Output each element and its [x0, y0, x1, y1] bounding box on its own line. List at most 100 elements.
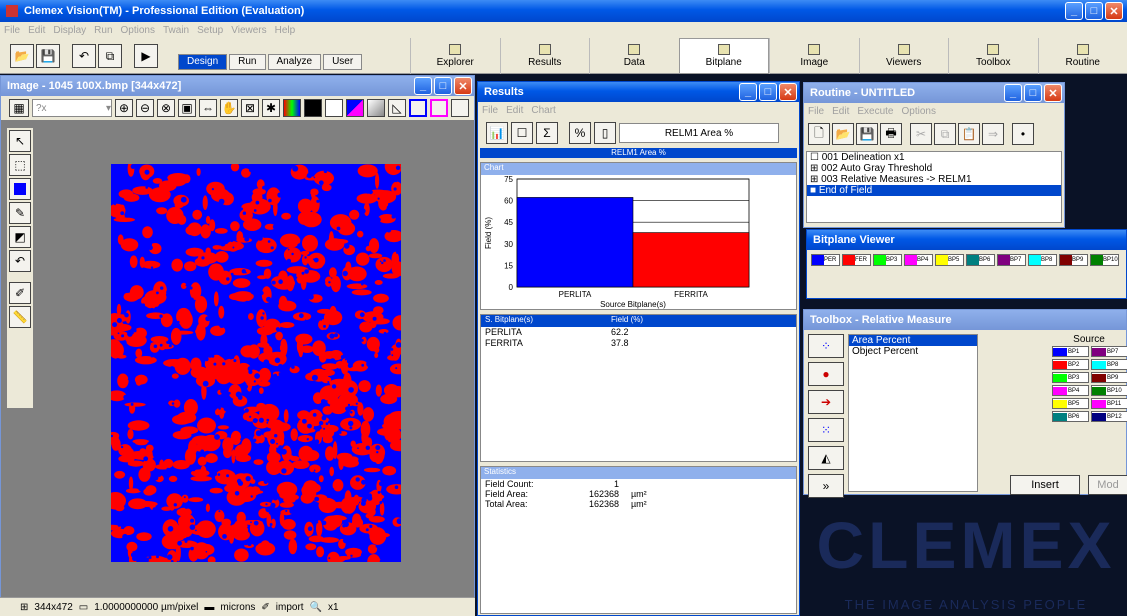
measure-pen-tool[interactable]: ✐	[9, 282, 31, 304]
ruler-tool[interactable]: 📏	[9, 306, 31, 328]
frame-button[interactable]	[451, 99, 469, 117]
copy-step-button[interactable]: ⧉	[934, 123, 956, 145]
field-tool[interactable]: ⁙	[808, 418, 844, 442]
percent-button[interactable]: %	[569, 122, 591, 144]
save-routine-button[interactable]: 💾	[856, 123, 878, 145]
image-minimize-button[interactable]: _	[414, 77, 432, 95]
magenta-outline-button[interactable]	[430, 99, 448, 117]
bitplane-chip[interactable]: BP8	[1028, 254, 1057, 266]
results-close-button[interactable]: ✕	[779, 83, 797, 101]
black-overlay-button[interactable]	[304, 99, 322, 117]
routine-menu-file[interactable]: File	[808, 106, 824, 117]
fill-tool[interactable]	[9, 178, 31, 200]
routine-step[interactable]: ☐ 001 Delineation x1	[807, 152, 1061, 163]
eraser-tool[interactable]: ◩	[9, 226, 31, 248]
copy-button[interactable]: ⧉	[98, 44, 122, 68]
source-chip[interactable]: BP2	[1052, 359, 1089, 370]
source-chip[interactable]: BP5	[1052, 398, 1089, 409]
bitplane-chip[interactable]: BP5	[935, 254, 964, 266]
bitplane-chip[interactable]: BP6	[966, 254, 995, 266]
routine-close-button[interactable]: ✕	[1044, 84, 1062, 102]
routine-step[interactable]: ⊞ 002 Auto Gray Threshold	[807, 163, 1061, 174]
pencil-tool[interactable]: ✎	[9, 202, 31, 224]
insert-button[interactable]: Insert	[1010, 475, 1080, 495]
modify-button[interactable]: Mod	[1088, 475, 1127, 495]
rect-select-tool[interactable]: ⬚	[9, 154, 31, 176]
undo-tool[interactable]: ↶	[9, 250, 31, 272]
zoom-out-button[interactable]: ⊖	[136, 99, 154, 117]
toolbar-image-button[interactable]: Image	[769, 38, 859, 74]
results-menu-file[interactable]: File	[482, 105, 498, 116]
open-routine-button[interactable]: 📂	[832, 123, 854, 145]
blue-outline-button[interactable]	[409, 99, 427, 117]
routine-minimize-button[interactable]: _	[1004, 84, 1022, 102]
source-chip[interactable]: BP7	[1091, 346, 1127, 357]
insert-step-button[interactable]: ⇒	[982, 123, 1004, 145]
tab-analyze[interactable]: Analyze	[267, 54, 322, 70]
object-tool[interactable]: ●	[808, 362, 844, 386]
overlay-mix-button[interactable]	[346, 99, 364, 117]
fit-width-button[interactable]: ⇔	[199, 99, 217, 117]
image-grid-button[interactable]: ▦	[9, 99, 29, 117]
cut-button[interactable]: ✂	[910, 123, 932, 145]
menu-help[interactable]: Help	[275, 25, 296, 36]
source-chip[interactable]: BP12	[1091, 411, 1127, 422]
menu-run[interactable]: Run	[94, 25, 112, 36]
reset-button[interactable]: ✱	[262, 99, 280, 117]
tab-run[interactable]: Run	[229, 54, 266, 70]
graph-button[interactable]: ◺	[388, 99, 406, 117]
toolbar-routine-button[interactable]: Routine	[1037, 38, 1127, 74]
select-tool[interactable]: ↖	[9, 130, 31, 152]
minimize-button[interactable]: _	[1065, 2, 1083, 20]
close-button[interactable]: ✕	[1105, 2, 1123, 20]
columns-button[interactable]: ▯	[594, 122, 616, 144]
menu-viewers[interactable]: Viewers	[231, 25, 266, 36]
microstructure-image[interactable]	[111, 164, 401, 562]
step-option-button[interactable]: •	[1012, 123, 1034, 145]
source-chip[interactable]: BP10	[1091, 385, 1127, 396]
relative-measure-tool[interactable]: ⁘	[808, 334, 844, 358]
toolbar-results-button[interactable]: Results	[499, 38, 590, 74]
color-palette-button[interactable]	[283, 99, 301, 117]
results-minimize-button[interactable]: _	[739, 83, 757, 101]
zoom-in-button[interactable]: ⊕	[115, 99, 133, 117]
toolbar-explorer-button[interactable]: Explorer	[410, 38, 500, 74]
gray-overlay-button[interactable]	[367, 99, 385, 117]
bitplane-chip[interactable]: PER	[811, 254, 840, 266]
source-chip[interactable]: BP3	[1052, 372, 1089, 383]
play-button[interactable]: ▶	[134, 44, 158, 68]
toolbar-bitplane-button[interactable]: Bitplane	[678, 38, 769, 74]
source-chip[interactable]: BP6	[1052, 411, 1089, 422]
tab-design[interactable]: Design	[178, 54, 228, 70]
more-tools-button[interactable]: »	[808, 474, 844, 498]
menu-twain[interactable]: Twain	[163, 25, 189, 36]
measure-type-item[interactable]: Object Percent	[849, 346, 977, 357]
zoom-fit-button[interactable]: ⊗	[157, 99, 175, 117]
toolbar-toolbox-button[interactable]: Toolbox	[948, 38, 1038, 74]
measure-field[interactable]: RELM1 Area %	[619, 123, 779, 143]
transfer-tool[interactable]: ➔	[808, 390, 844, 414]
menu-edit[interactable]: Edit	[28, 25, 45, 36]
menu-setup[interactable]: Setup	[197, 25, 223, 36]
print-routine-button[interactable]: 🖶	[880, 123, 902, 145]
routine-step[interactable]: ■ End of Field	[807, 185, 1061, 196]
results-menu-edit[interactable]: Edit	[506, 105, 523, 116]
bitplane-chip[interactable]: BP7	[997, 254, 1026, 266]
bitplane-chip[interactable]: BP10	[1090, 254, 1119, 266]
measure-type-item[interactable]: Area Percent	[849, 335, 977, 346]
routine-step[interactable]: ⊞ 003 Relative Measures -> RELM1	[807, 174, 1061, 185]
sum-button[interactable]: Σ	[536, 122, 558, 144]
results-maximize-button[interactable]: □	[759, 83, 777, 101]
white-overlay-button[interactable]	[325, 99, 343, 117]
bar-chart-button[interactable]: 📊	[486, 122, 508, 144]
image-maximize-button[interactable]: □	[434, 77, 452, 95]
table-row[interactable]: FERRITA 37.8	[481, 338, 796, 349]
toolbar-viewers-button[interactable]: Viewers	[858, 38, 949, 74]
table-view-button[interactable]: ☐	[511, 122, 533, 144]
bitplane-chip[interactable]: FER	[842, 254, 871, 266]
paste-button[interactable]: 📋	[958, 123, 980, 145]
routine-maximize-button[interactable]: □	[1024, 84, 1042, 102]
tab-user[interactable]: User	[323, 54, 363, 70]
routine-menu-edit[interactable]: Edit	[832, 106, 849, 117]
source-chip[interactable]: BP1	[1052, 346, 1089, 357]
